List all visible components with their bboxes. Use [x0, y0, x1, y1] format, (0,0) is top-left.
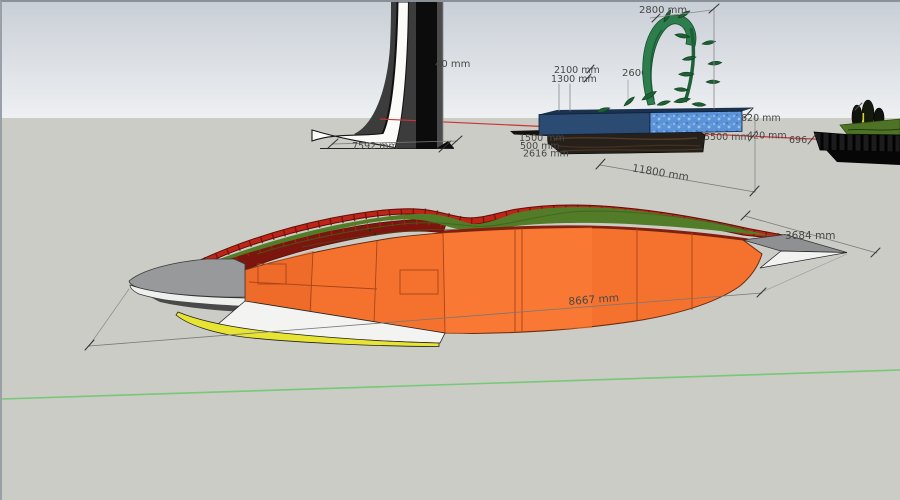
dim-right-partial[interactable]: 696: [789, 135, 807, 146]
dim-base-c[interactable]: 2616 mm: [523, 149, 569, 160]
dim-tower-span[interactable]: 7592 mm: [352, 141, 398, 152]
dim-planter-height[interactable]: 620 mm: [741, 113, 781, 124]
dim-bed-width[interactable]: 3684 mm: [785, 230, 836, 242]
3d-viewport[interactable]: 2600: [0, 0, 900, 500]
model-scene[interactable]: 2600: [2, 2, 900, 500]
dim-tower-height[interactable]: 40 mm: [435, 59, 470, 70]
dim-planter-length[interactable]: 5500 mm: [704, 132, 750, 143]
dim-arch-height[interactable]: 2800 mm: [639, 5, 687, 16]
blue-planter-box[interactable]: [539, 108, 754, 136]
